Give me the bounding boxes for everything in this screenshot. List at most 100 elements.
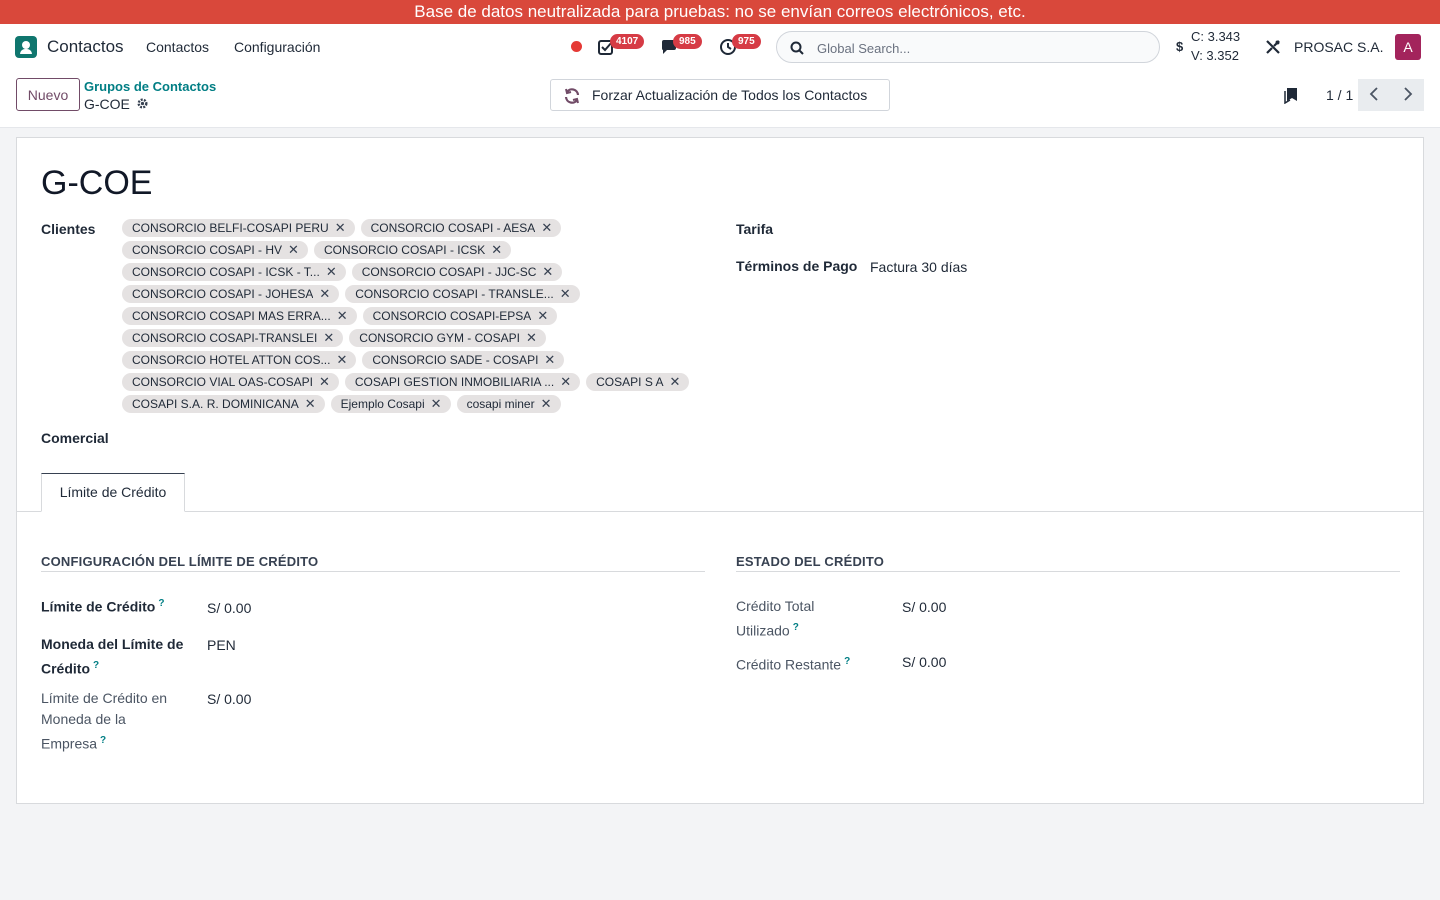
close-icon[interactable]: ✕: [560, 374, 571, 390]
client-tag[interactable]: CONSORCIO COSAPI-TRANSLEI ✕: [122, 329, 344, 347]
pager-previous-button[interactable]: [1358, 79, 1391, 111]
credito-restante-label: Crédito Restante?: [736, 656, 851, 673]
close-icon[interactable]: ✕: [560, 286, 571, 302]
bookmark-icon[interactable]: [1284, 87, 1298, 104]
close-icon[interactable]: ✕: [335, 220, 346, 236]
credito-total-help-icon[interactable]: ?: [793, 622, 799, 633]
exchange-rate-sell: V: 3.352: [1191, 48, 1239, 63]
client-tag[interactable]: CONSORCIO HOTEL ATTON COS... ✕: [122, 351, 357, 369]
pager-next-button[interactable]: [1391, 79, 1424, 111]
client-tag-label: CONSORCIO COSAPI - ICSK: [323, 243, 486, 257]
client-tag[interactable]: CONSORCIO COSAPI - JOHESA ✕: [122, 285, 340, 303]
control-panel: Nuevo Grupos de Contactos G-COE Forzar A…: [0, 70, 1440, 128]
close-icon[interactable]: ✕: [319, 374, 330, 390]
close-icon[interactable]: ✕: [544, 352, 555, 368]
limite-credito-help-icon[interactable]: ?: [158, 598, 164, 609]
client-tag-label: COSAPI S.A. R. DOMINICANA: [132, 397, 299, 411]
close-icon[interactable]: ✕: [541, 220, 552, 236]
client-tag-label: CONSORCIO COSAPI MAS ERRA...: [132, 309, 331, 323]
client-tag[interactable]: CONSORCIO GYM - COSAPI ✕: [349, 329, 546, 347]
client-tag[interactable]: CONSORCIO COSAPI - JJC-SC ✕: [351, 263, 563, 281]
credito-restante-help-icon[interactable]: ?: [844, 656, 850, 667]
client-tag-label: CONSORCIO GYM - COSAPI: [359, 331, 520, 345]
credit-status-title: ESTADO DEL CRÉDITO: [736, 554, 885, 569]
currency-rate-icon: $: [1176, 39, 1184, 54]
close-icon[interactable]: ✕: [526, 330, 537, 346]
app-menu[interactable]: Contactos: [15, 36, 124, 58]
client-tag[interactable]: CONSORCIO VIAL OAS-COSAPI ✕: [122, 373, 339, 391]
test-database-banner: Base de datos neutralizada para pruebas:…: [0, 0, 1440, 24]
new-button[interactable]: Nuevo: [16, 78, 80, 111]
close-icon[interactable]: ✕: [537, 308, 548, 324]
close-icon[interactable]: ✕: [431, 396, 442, 412]
credito-total-label: Crédito Total Utilizado?: [736, 598, 815, 639]
close-icon[interactable]: ✕: [491, 242, 502, 258]
client-tag[interactable]: cosapi miner ✕: [456, 395, 561, 413]
client-tag[interactable]: CONSORCIO COSAPI MAS ERRA... ✕: [122, 307, 357, 325]
gear-icon[interactable]: [136, 97, 149, 110]
refresh-icon: [564, 88, 580, 104]
close-icon[interactable]: ✕: [670, 374, 681, 390]
contacts-app-icon[interactable]: [15, 36, 37, 58]
menu-contactos[interactable]: Contactos: [146, 39, 209, 55]
recording-indicator[interactable]: [571, 41, 582, 52]
client-tag[interactable]: CONSORCIO COSAPI-EPSA ✕: [362, 307, 558, 325]
moneda-limite-value[interactable]: PEN: [207, 637, 236, 653]
close-icon[interactable]: ✕: [319, 286, 330, 302]
search-icon: [790, 41, 804, 55]
client-tag[interactable]: CONSORCIO COSAPI - ICSK - T... ✕: [122, 263, 346, 281]
client-tag-label: CONSORCIO COSAPI - ICSK - T...: [132, 265, 320, 279]
close-icon[interactable]: ✕: [542, 264, 553, 280]
user-avatar[interactable]: A: [1395, 34, 1421, 60]
close-icon[interactable]: ✕: [323, 330, 334, 346]
close-icon[interactable]: ✕: [337, 308, 348, 324]
client-tag-label: CONSORCIO COSAPI-TRANSLEI: [132, 331, 318, 345]
pager-value[interactable]: 1 / 1: [1326, 87, 1353, 103]
client-tag[interactable]: CONSORCIO COSAPI - ICSK ✕: [313, 241, 512, 259]
client-tag[interactable]: CONSORCIO COSAPI - AESA ✕: [360, 219, 562, 237]
close-icon[interactable]: ✕: [305, 396, 316, 412]
global-search[interactable]: [776, 31, 1160, 63]
menu-configuracion[interactable]: Configuración: [234, 39, 320, 55]
tools-icon[interactable]: [1265, 39, 1281, 55]
moneda-limite-help-icon[interactable]: ?: [93, 660, 99, 671]
terminos-pago-value[interactable]: Factura 30 días: [870, 259, 967, 275]
force-refresh-button[interactable]: Forzar Actualización de Todos los Contac…: [550, 79, 890, 111]
breadcrumb-parent[interactable]: Grupos de Contactos: [84, 79, 216, 94]
clientes-tags[interactable]: CONSORCIO BELFI-COSAPI PERU ✕ CONSORCIO CO…: [122, 219, 702, 413]
credito-restante-value: S/ 0.00: [902, 654, 947, 670]
client-tag[interactable]: Ejemplo Cosapi ✕: [330, 395, 451, 413]
client-tag-label: COSAPI GESTION INMOBILIARIA ...: [354, 375, 555, 389]
app-name[interactable]: Contactos: [47, 37, 124, 57]
client-tag[interactable]: COSAPI S A ✕: [586, 373, 690, 391]
close-icon[interactable]: ✕: [336, 352, 347, 368]
close-icon[interactable]: ✕: [288, 242, 299, 258]
record-title[interactable]: G-COE: [41, 164, 152, 203]
messages-badge: 985: [673, 34, 702, 49]
client-tag-label: CONSORCIO COSAPI - TRANSLE...: [355, 287, 554, 301]
client-tag-label: CONSORCIO HOTEL ATTON COS...: [132, 353, 331, 367]
client-tag[interactable]: CONSORCIO COSAPI - TRANSLE... ✕: [345, 285, 580, 303]
client-tag-label: cosapi miner: [466, 397, 535, 411]
client-tag[interactable]: CONSORCIO COSAPI - HV ✕: [122, 241, 308, 259]
client-tag[interactable]: CONSORCIO SADE - COSAPI ✕: [362, 351, 565, 369]
tarifa-label: Tarifa: [736, 221, 774, 237]
company-switcher[interactable]: PROSAC S.A.: [1294, 39, 1383, 55]
terminos-pago-label: Términos de Pago: [736, 258, 858, 274]
client-tag-label: CONSORCIO COSAPI-EPSA: [372, 309, 532, 323]
client-tag-label: CONSORCIO COSAPI - JJC-SC: [361, 265, 537, 279]
limite-credito-value[interactable]: S/ 0.00: [207, 600, 251, 616]
client-tag[interactable]: COSAPI GESTION INMOBILIARIA ... ✕: [344, 373, 581, 391]
credit-status-rule: [736, 571, 1400, 572]
tab-limite-credito[interactable]: Límite de Crédito: [41, 473, 185, 512]
client-tag-label: CONSORCIO VIAL OAS-COSAPI: [132, 375, 313, 389]
search-input[interactable]: [817, 38, 1147, 58]
chevron-left-icon: [1369, 87, 1378, 101]
close-icon[interactable]: ✕: [541, 396, 552, 412]
credit-config-rule: [41, 571, 705, 572]
client-tag[interactable]: COSAPI S.A. R. DOMINICANA ✕: [122, 395, 325, 413]
limite-empresa-help-icon[interactable]: ?: [100, 735, 106, 746]
close-icon[interactable]: ✕: [326, 264, 337, 280]
limite-credito-label: Límite de Crédito?: [41, 598, 165, 615]
client-tag[interactable]: CONSORCIO BELFI-COSAPI PERU ✕: [122, 219, 355, 237]
